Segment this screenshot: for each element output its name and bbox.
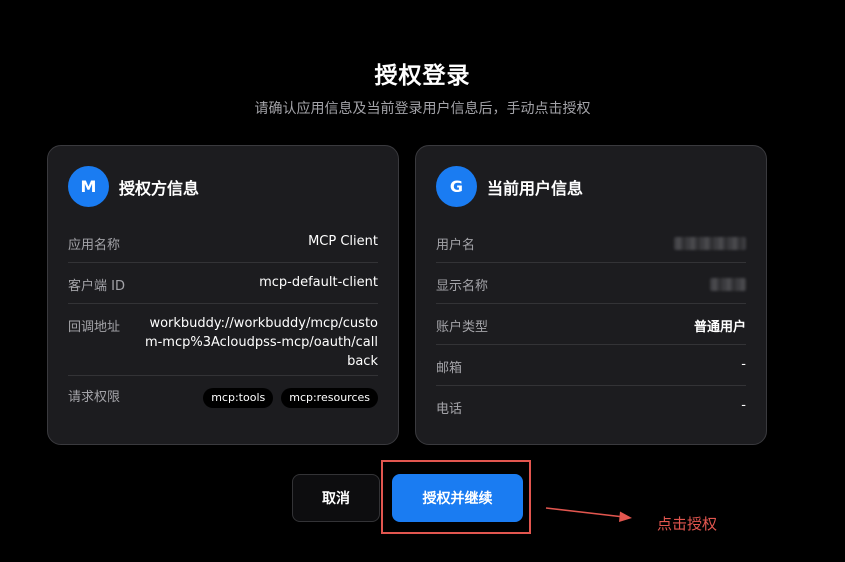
annotation-text: 点击授权 <box>657 515 718 533</box>
username-row: 用户名 <box>436 222 746 263</box>
account-type-value: 普通用户 <box>693 320 746 335</box>
email-row: 邮箱 - <box>436 345 746 386</box>
client-info-rows: 应用名称 MCP Client 客户端 ID mcp-default-clien… <box>68 222 378 416</box>
user-card-title: 当前用户信息 <box>487 178 584 198</box>
username-label: 用户名 <box>436 238 476 253</box>
account-type-row: 账户类型 普通用户 <box>436 304 746 345</box>
email-label: 邮箱 <box>436 361 463 376</box>
username-redacted <box>674 237 746 250</box>
scope-chips: mcp:tools mcp:resources <box>203 388 378 408</box>
callback-label: 回调地址 <box>68 320 121 335</box>
display-name-redacted <box>710 278 746 291</box>
scope-chip-resources: mcp:resources <box>281 388 378 408</box>
client-card-title: 授权方信息 <box>119 178 200 198</box>
app-name-label: 应用名称 <box>68 238 121 253</box>
callback-value: workbuddy://workbuddy/mcp/custom-mcp%3Ac… <box>144 316 378 369</box>
client-id-label: 客户端 ID <box>68 279 125 294</box>
scope-row: 请求权限 mcp:tools mcp:resources <box>68 376 378 416</box>
user-card-header: G 当前用户信息 <box>436 166 583 207</box>
account-type-label: 账户类型 <box>436 320 489 335</box>
app-name-row: 应用名称 MCP Client <box>68 222 378 263</box>
page-title: 授权登录 <box>374 63 471 89</box>
user-info-card: G 当前用户信息 用户名 显示名称 账户类型 普通用户 邮箱 - 电话 - <box>415 145 767 445</box>
authorize-continue-button[interactable]: 授权并继续 <box>392 474 523 522</box>
email-value: - <box>741 357 746 372</box>
user-avatar: G <box>436 166 477 207</box>
phone-value: - <box>741 398 746 413</box>
app-name-value: MCP Client <box>308 234 378 249</box>
client-avatar: M <box>68 166 109 207</box>
client-id-row: 客户端 ID mcp-default-client <box>68 263 378 304</box>
phone-row: 电话 - <box>436 386 746 427</box>
cancel-button[interactable]: 取消 <box>292 474 380 522</box>
display-name-label: 显示名称 <box>436 279 489 294</box>
display-name-row: 显示名称 <box>436 263 746 304</box>
annotation-arrow-icon <box>545 507 632 522</box>
user-info-rows: 用户名 显示名称 账户类型 普通用户 邮箱 - 电话 - <box>436 222 746 427</box>
client-id-value: mcp-default-client <box>259 275 378 290</box>
scope-label: 请求权限 <box>68 390 121 405</box>
scope-chip-tools: mcp:tools <box>203 388 274 408</box>
client-info-card: M 授权方信息 应用名称 MCP Client 客户端 ID mcp-defau… <box>47 145 399 445</box>
phone-label: 电话 <box>436 402 463 417</box>
page-subtitle: 请确认应用信息及当前登录用户信息后，手动点击授权 <box>254 101 591 117</box>
client-card-header: M 授权方信息 <box>68 166 199 207</box>
callback-row: 回调地址 workbuddy://workbuddy/mcp/custom-mc… <box>68 304 378 376</box>
